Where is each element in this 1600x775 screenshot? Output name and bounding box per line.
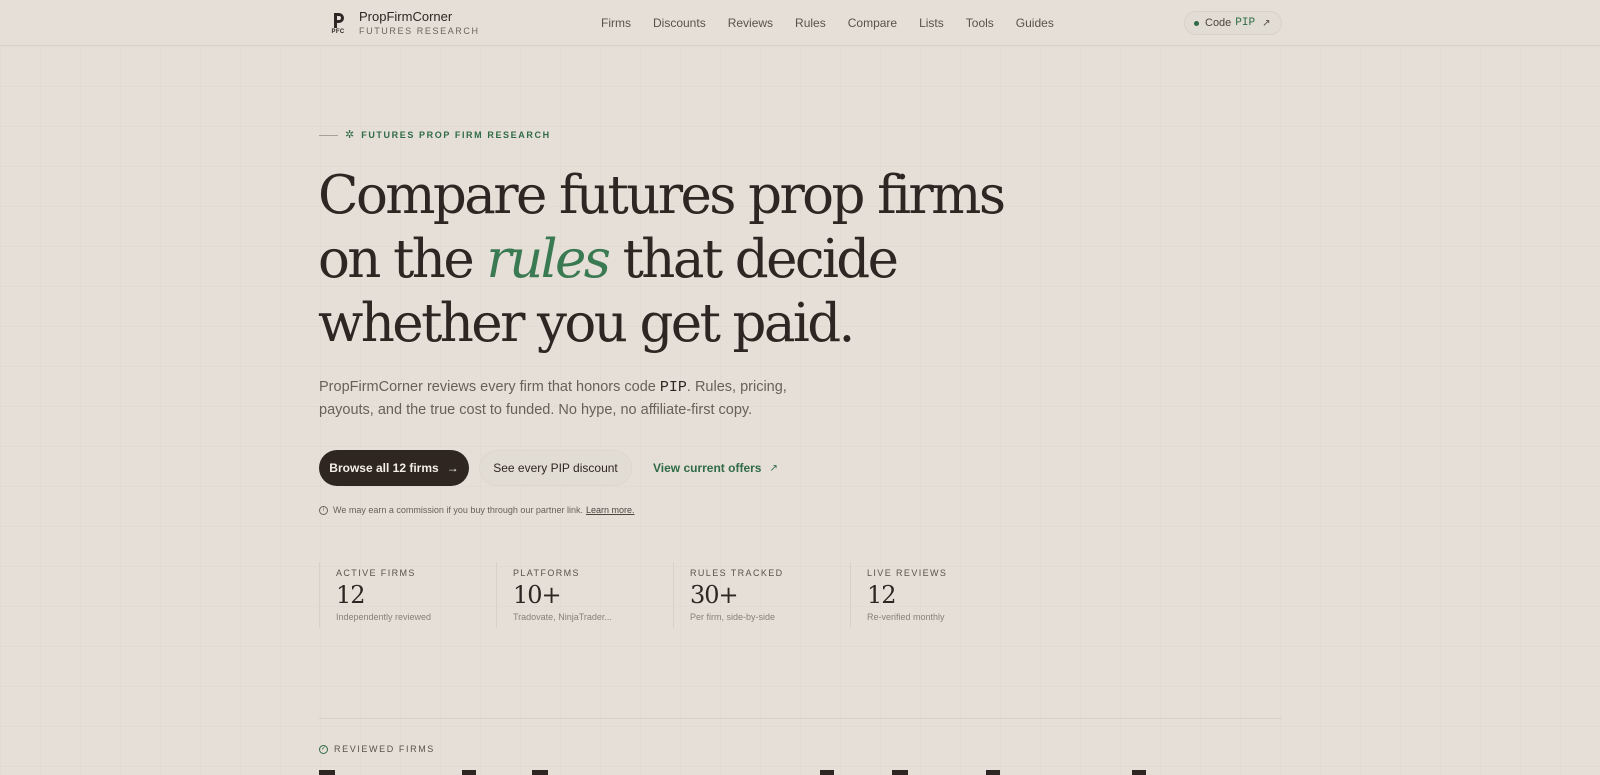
stat-sub: Independently reviewed (336, 612, 432, 622)
stat-sub: Tradovate, NinjaTrader... (513, 612, 612, 622)
stat-label: ACTIVE FIRMS (336, 568, 416, 578)
site-header: PFC PropFirmCorner FUTURES RESEARCH Firm… (0, 0, 1600, 46)
arrow-up-right-icon: ↗ (1262, 17, 1271, 29)
hero-lede: PropFirmCorner reviews every firm that h… (319, 376, 839, 422)
arrow-up-right-icon: ↗ (769, 462, 778, 474)
card-edge (1132, 770, 1146, 775)
eyebrow-rule (319, 134, 338, 136)
affiliate-disclosure: i We may earn a commission if you buy th… (319, 505, 634, 515)
logo-mark-icon: PFC (329, 12, 347, 36)
section-label-text: REVIEWED FIRMS (334, 744, 435, 754)
stat-sub: Re-verified monthly (867, 612, 945, 622)
card-edge (892, 770, 908, 775)
learn-more-link[interactable]: Learn more. (586, 505, 635, 515)
disclosure-text: We may earn a commission if you buy thro… (333, 505, 583, 515)
lede-part-1: PropFirmCorner reviews every firm that h… (319, 379, 660, 395)
nav-rules[interactable]: Rules (795, 15, 826, 31)
nav-firms[interactable]: Firms (601, 15, 631, 31)
nav-tools[interactable]: Tools (966, 15, 994, 31)
nav-discounts[interactable]: Discounts (653, 15, 706, 31)
firm-cards-peek (319, 770, 1279, 775)
browse-firms-label: Browse all 12 firms (329, 461, 439, 475)
stat-value: 10+ (513, 581, 562, 609)
arrow-right-icon: → (446, 461, 459, 475)
check-circle-icon: ✓ (319, 744, 328, 754)
eyebrow-text: FUTURES PROP FIRM RESEARCH (361, 130, 551, 140)
stat-label: RULES TRACKED (690, 568, 784, 578)
card-edge (820, 770, 834, 775)
reviewed-firms-heading: ✓ REVIEWED FIRMS (319, 744, 435, 754)
code-pill-code: PIP (1235, 17, 1256, 29)
stat-label: PLATFORMS (513, 568, 580, 578)
stat-rules-tracked: RULES TRACKED 30+ Per firm, side-by-side (673, 562, 850, 628)
brand-name: PropFirmCorner (359, 9, 453, 24)
headline-accent: rules (486, 229, 611, 290)
stat-value: 12 (867, 581, 897, 609)
hero-headline: Compare futures prop firms on the rules … (318, 164, 1038, 356)
sparkle-icon: ✲ (345, 129, 355, 141)
stat-active-firms: ACTIVE FIRMS 12 Independently reviewed (319, 562, 496, 628)
stat-value: 12 (336, 581, 366, 609)
view-offers-link[interactable]: View current offers ↗ (653, 461, 778, 475)
info-icon: i (319, 505, 328, 515)
see-discounts-button[interactable]: See every PIP discount (479, 450, 632, 486)
stat-label: LIVE REVIEWS (867, 568, 948, 578)
status-dot-icon (1194, 20, 1199, 26)
view-offers-label: View current offers (653, 461, 762, 475)
logo-abbr: PFC (331, 28, 345, 35)
stats-row: ACTIVE FIRMS 12 Independently reviewed P… (319, 562, 1027, 628)
lede-code: PIP (659, 379, 687, 396)
stat-value: 30+ (690, 581, 739, 609)
nav-reviews[interactable]: Reviews (728, 15, 773, 31)
nav-compare[interactable]: Compare (848, 15, 897, 31)
card-edge (986, 770, 1000, 775)
code-pip-button[interactable]: Code PIP ↗ (1184, 11, 1282, 35)
card-edge (532, 770, 548, 775)
brand-logo-link[interactable]: PFC PropFirmCorner FUTURES RESEARCH (329, 10, 480, 37)
nav-guides[interactable]: Guides (1016, 15, 1054, 31)
main-nav: Firms Discounts Reviews Rules Compare Li… (601, 15, 1076, 31)
stat-sub: Per firm, side-by-side (690, 612, 776, 622)
nav-lists[interactable]: Lists (919, 15, 944, 31)
brand-subtitle: FUTURES RESEARCH (359, 26, 480, 36)
stat-platforms: PLATFORMS 10+ Tradovate, NinjaTrader... (496, 562, 673, 628)
see-discounts-label: See every PIP discount (493, 461, 618, 475)
code-pill-label: Code (1205, 17, 1232, 29)
card-edge (319, 770, 335, 775)
hero-eyebrow: ✲ FUTURES PROP FIRM RESEARCH (319, 129, 551, 141)
stat-live-reviews: LIVE REVIEWS 12 Re-verified monthly (850, 562, 1027, 628)
card-edge (462, 770, 476, 775)
section-divider (319, 718, 1282, 719)
browse-firms-button[interactable]: Browse all 12 firms → (319, 450, 469, 486)
